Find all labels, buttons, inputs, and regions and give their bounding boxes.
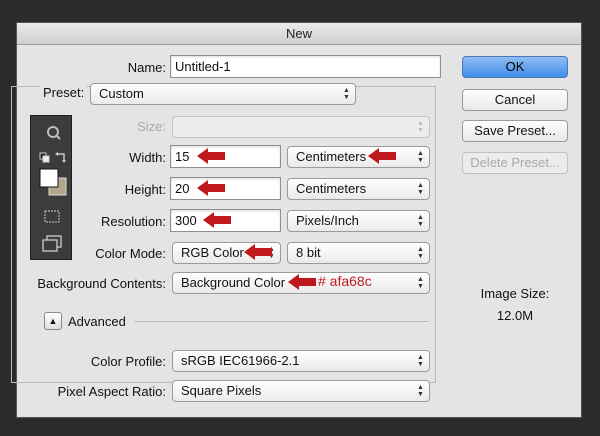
annotation-arrow-height (197, 180, 225, 196)
height-label: Height: (124, 182, 166, 197)
updown-arrows-icon: ▲▼ (417, 246, 424, 260)
foreground-swatch[interactable] (39, 168, 59, 188)
ok-button[interactable]: OK (462, 56, 568, 78)
preset-value: Custom (99, 86, 144, 101)
updown-arrows-icon: ▲▼ (417, 214, 424, 228)
zoom-icon (47, 126, 61, 140)
delete-preset-button[interactable]: Delete Preset... (462, 152, 568, 174)
name-label: Name: (127, 60, 166, 75)
size-label: Size: (137, 119, 166, 134)
bit-depth-select[interactable]: 8 bit ▲ ▼ (287, 242, 430, 264)
pixel-aspect-ratio-select[interactable]: Square Pixels ▲ ▼ (172, 380, 430, 402)
updown-arrows-icon: ▲▼ (417, 150, 424, 164)
color-profile-value: sRGB IEC61966-2.1 (181, 353, 300, 368)
quick-mask-icon (44, 210, 60, 223)
updown-arrows-icon: ▲▼ (417, 182, 424, 196)
width-field[interactable]: 15 (170, 145, 281, 168)
background-contents-label: Background Contents: (37, 276, 166, 291)
height-unit-select[interactable]: Centimeters ▲ ▼ (287, 178, 430, 200)
updown-arrows-icon: ▲▼ (343, 87, 350, 101)
width-unit-select[interactable]: Centimeters ▲ ▼ (287, 146, 430, 168)
updown-arrows-icon: ▲▼ (417, 276, 424, 290)
annotation-arrow-resolution (203, 212, 231, 228)
default-colors-icon (39, 152, 50, 163)
size-select[interactable]: ▲ ▼ (172, 116, 430, 138)
background-contents-value: Background Color (181, 275, 286, 290)
annotation-arrow-width (197, 148, 225, 164)
resolution-label: Resolution: (100, 214, 166, 229)
save-preset-button[interactable]: Save Preset... (462, 120, 568, 142)
updown-arrows-icon: ▲▼ (417, 120, 424, 134)
color-profile-select[interactable]: sRGB IEC61966-2.1 ▲ ▼ (172, 350, 430, 372)
advanced-label: Advanced (68, 314, 126, 329)
color-mode-label: Color Mode: (95, 246, 166, 261)
annotation-arrow-color-mode (244, 244, 272, 260)
dialog-title: New (17, 23, 581, 45)
pixel-aspect-ratio-value: Square Pixels (181, 383, 262, 398)
advanced-toggle-button[interactable]: ▲ (44, 312, 62, 330)
image-size-label: Image Size: (480, 286, 550, 301)
background-color-hex-annotation: # afa68c (318, 273, 372, 289)
bit-depth-value: 8 bit (296, 245, 321, 260)
advanced-divider (134, 321, 429, 322)
color-profile-label: Color Profile: (90, 354, 166, 369)
resolution-unit-value: Pixels/Inch (296, 213, 359, 228)
annotation-arrow-width-unit (368, 148, 396, 164)
updown-arrows-icon: ▲▼ (417, 354, 424, 368)
height-field[interactable]: 20 (170, 177, 281, 200)
tools-panel (30, 115, 72, 260)
name-field[interactable]: Untitled-1 (170, 55, 441, 78)
swap-colors-icon (55, 152, 66, 163)
pixel-aspect-ratio-label: Pixel Aspect Ratio: (57, 384, 166, 399)
preset-label: Preset: (40, 85, 86, 100)
preset-select[interactable]: Custom ▲ ▼ (90, 83, 356, 105)
image-size-value: 12.0M (496, 308, 534, 323)
annotation-arrow-background (288, 274, 316, 290)
screen-mode-icon (42, 235, 62, 252)
triangle-up-icon: ▲ (48, 316, 58, 326)
color-mode-value: RGB Color (181, 245, 244, 260)
cancel-button[interactable]: Cancel (462, 89, 568, 111)
updown-arrows-icon: ▲▼ (417, 384, 424, 398)
resolution-unit-select[interactable]: Pixels/Inch ▲ ▼ (287, 210, 430, 232)
width-unit-value: Centimeters (296, 149, 367, 164)
width-label: Width: (129, 150, 166, 165)
height-unit-value: Centimeters (296, 181, 367, 196)
